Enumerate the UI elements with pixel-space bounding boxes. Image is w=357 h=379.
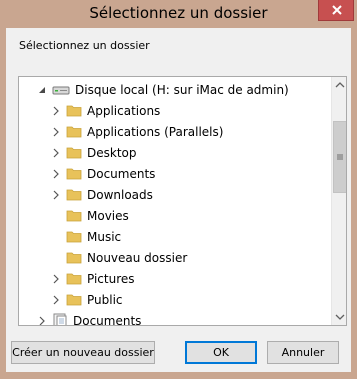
folder-icon: [66, 273, 82, 285]
drive-icon: [52, 86, 70, 94]
folder-icon: [66, 168, 82, 180]
folder-icon: [66, 231, 82, 243]
tree-item-folder[interactable]: Documents: [51, 163, 155, 184]
tree-item-label: Nouveau dossier: [87, 250, 188, 265]
folder-icon: [66, 294, 82, 306]
grip-icon: [337, 154, 343, 160]
tree-item-label: Documents: [87, 166, 156, 181]
tree-item-label: Movies: [87, 208, 129, 223]
scroll-thumb[interactable]: [333, 121, 346, 193]
dialog-title: Sélectionnez un dossier: [89, 4, 268, 22]
tree-item-folder[interactable]: Public: [51, 289, 123, 310]
cancel-button[interactable]: Annuler: [267, 341, 339, 364]
dialog-window: Sélectionnez un dossier Sélectionnez un …: [0, 0, 357, 379]
tree-item-folder[interactable]: Movies: [66, 205, 129, 226]
close-button[interactable]: [318, 0, 354, 21]
dialog-prompt: Sélectionnez un dossier: [19, 39, 150, 52]
tree-item-label: Public: [87, 292, 123, 307]
documents-library-icon: [53, 313, 67, 325]
folder-tree[interactable]: Disque local (H: sur iMac de admin) Appl…: [18, 76, 347, 326]
tree-item-folder[interactable]: Nouveau dossier: [66, 247, 187, 268]
tree-item-label: Desktop: [87, 145, 137, 160]
scroll-up-button[interactable]: [332, 77, 346, 93]
tree-item-folder[interactable]: Desktop: [51, 142, 137, 163]
tree-item-folder[interactable]: Pictures: [51, 268, 135, 289]
tree-item-folder[interactable]: Downloads: [51, 184, 153, 205]
expand-arrow-icon[interactable]: [51, 127, 61, 137]
chevron-down-icon: [335, 314, 345, 320]
folder-icon: [66, 189, 82, 201]
close-icon: [332, 5, 342, 15]
expand-arrow-icon[interactable]: [51, 295, 61, 305]
expand-arrow-icon[interactable]: [51, 148, 61, 158]
tree-item-label: Applications (Parallels): [87, 124, 224, 139]
folder-icon: [66, 210, 82, 222]
tree-item-folder[interactable]: Applications: [51, 100, 160, 121]
folder-icon: [66, 252, 82, 264]
expand-arrow-icon[interactable]: [51, 106, 61, 116]
expand-arrow-icon[interactable]: [51, 274, 61, 284]
dialog-body: Sélectionnez un dossier Disque local (H:…: [6, 28, 351, 372]
tree-item-library[interactable]: Documents: [37, 310, 142, 326]
folder-icon: [66, 126, 82, 138]
expand-arrow-icon[interactable]: [51, 190, 61, 200]
new-folder-button[interactable]: Créer un nouveau dossier: [11, 341, 155, 364]
tree-item-label: Music: [87, 229, 122, 244]
tree-item-label: Applications: [87, 103, 161, 118]
tree-item-label: Disque local (H: sur iMac de admin): [75, 82, 289, 97]
tree-item-folder[interactable]: Music: [66, 226, 121, 247]
collapse-arrow-icon[interactable]: [37, 85, 47, 95]
ok-button[interactable]: OK: [185, 341, 257, 364]
expand-arrow-icon[interactable]: [51, 169, 61, 179]
chevron-up-icon: [335, 82, 345, 88]
expand-arrow-icon[interactable]: [37, 316, 47, 326]
scroll-down-button[interactable]: [332, 309, 346, 325]
folder-icon: [66, 105, 82, 117]
tree-item-label: Documents: [73, 313, 142, 326]
tree-item-root[interactable]: Disque local (H: sur iMac de admin): [37, 79, 289, 100]
title-bar[interactable]: Sélectionnez un dossier: [0, 0, 357, 28]
vertical-scrollbar[interactable]: [331, 77, 346, 325]
tree-item-folder[interactable]: Applications (Parallels): [51, 121, 223, 142]
folder-icon: [66, 147, 82, 159]
tree-item-label: Pictures: [87, 271, 135, 286]
tree-item-label: Downloads: [87, 187, 153, 202]
